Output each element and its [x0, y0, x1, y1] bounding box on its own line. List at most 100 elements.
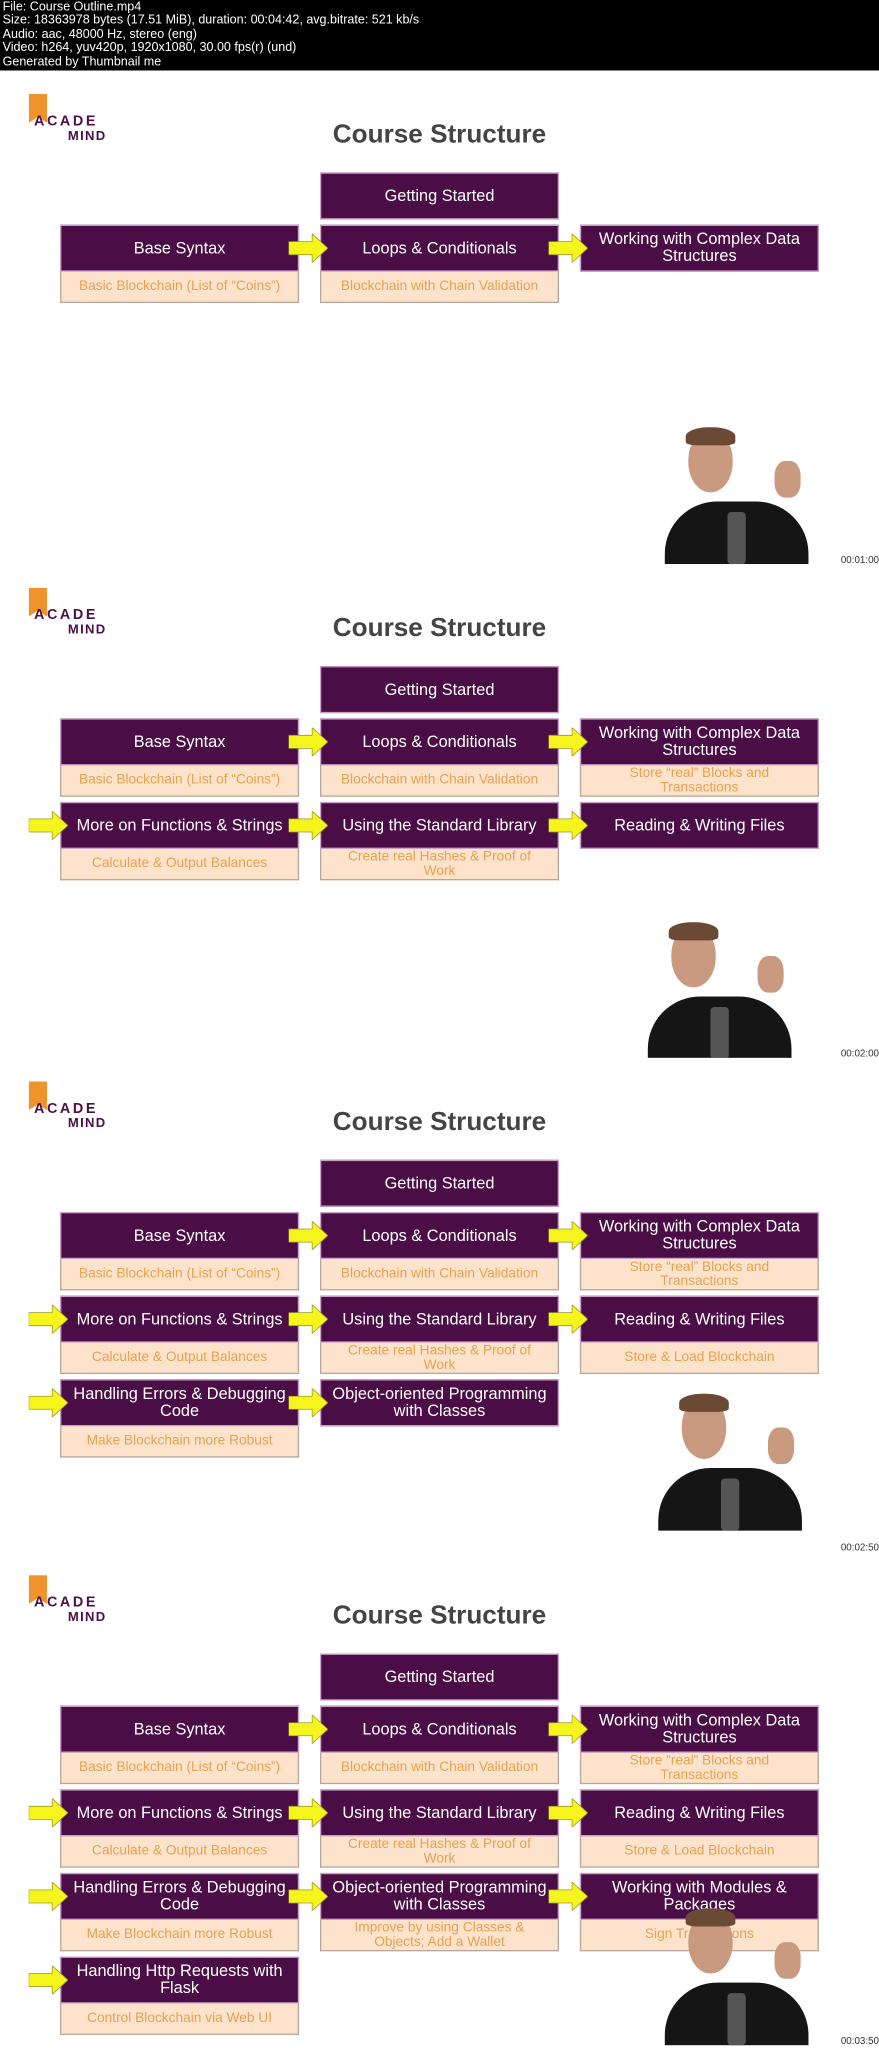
course-module: Working with Complex Data Structures Stor…: [579, 718, 819, 797]
module-title: Reading & Writing Files: [579, 1295, 819, 1343]
video-frame: ACADE MIND Course Structure Getting Started…: [0, 1057, 879, 1552]
video-info-header: File: Course Outline.mp4 Size: 18363978 …: [0, 0, 879, 71]
module-project: Create real Hashes & Proof of Work: [319, 1342, 560, 1375]
module-project: Store & Load Blockchain: [579, 1342, 819, 1375]
module-title: Working with Complex Data Structures: [579, 1705, 819, 1753]
arrow-right-icon: [288, 1387, 329, 1418]
module-project: Basic Blockchain (List of “Coins”): [60, 271, 300, 304]
presenter-hair: [685, 1908, 736, 1927]
course-module: Working with Complex Data Structures Stor…: [579, 1705, 819, 1785]
course-module: Handling Http Requests with Flask Control…: [60, 1956, 300, 2035]
course-module: Object-oriented Programming with Classes…: [319, 1872, 560, 1952]
arrow-right-icon: [28, 1797, 69, 1829]
course-module: More on Functions & Strings Calculate & O…: [60, 801, 300, 881]
module-project: Calculate & Output Balances: [60, 1342, 300, 1375]
video-frame: ACADE MIND Course Structure Getting Started…: [0, 1551, 879, 2046]
module-title: Base Syntax: [60, 718, 300, 766]
arrow-right-icon: [28, 810, 69, 841]
presenter-hand: [774, 461, 801, 498]
module-title: Loops & Conditionals: [319, 224, 560, 272]
presenter-hand: [767, 1427, 795, 1465]
arrow-right-icon: [288, 1797, 329, 1829]
arrow-right-icon: [28, 1881, 69, 1912]
slide-title: Course Structure: [332, 120, 547, 149]
module-project: Basic Blockchain (List of “Coins”): [60, 1259, 300, 1291]
presenter-mic: [727, 511, 746, 565]
arrow-right-icon: [288, 1220, 329, 1251]
arrow-right-icon: [288, 232, 329, 264]
timestamp: 00:03:50: [840, 2034, 879, 2046]
video-frame: ACADE MIND Course Structure Getting Started…: [0, 70, 879, 565]
module-project: Basic Blockchain (List of “Coins”): [60, 765, 300, 797]
slide-title: Course Structure: [332, 1107, 547, 1137]
presenter-hair: [679, 1393, 729, 1412]
module-title: Getting Started: [319, 172, 560, 220]
presenter-mic: [727, 1993, 746, 2046]
module-title: More on Functions & Strings: [60, 801, 300, 849]
module-project: Calculate & Output Balances: [60, 1836, 300, 1868]
module-title: Working with Complex Data Structures: [579, 1212, 819, 1260]
presenter-mic: [720, 1478, 740, 1531]
module-title: Base Syntax: [60, 224, 300, 272]
module-project: Store “real” Blocks and Transactions: [579, 1752, 819, 1785]
module-project: Create real Hashes & Proof of Work: [319, 1836, 560, 1868]
module-project: Store “real” Blocks and Transactions: [579, 765, 819, 797]
module-project: Blockchain with Chain Validation: [319, 271, 560, 304]
arrow-right-icon: [548, 1220, 589, 1251]
module-title: More on Functions & Strings: [60, 1295, 300, 1343]
presenter-hand: [774, 1942, 801, 1979]
presenter-hand: [757, 956, 784, 993]
arrow-right-icon: [288, 810, 329, 841]
course-module: Getting Started: [319, 172, 560, 220]
slide-title: Course Structure: [332, 1601, 547, 1631]
module-project: Blockchain with Chain Validation: [319, 1259, 560, 1291]
presenter-video: [649, 1908, 824, 2046]
course-module: Working with Complex Data Structures Stor…: [579, 1212, 819, 1291]
module-title: Using the Standard Library: [319, 1789, 560, 1837]
course-module: More on Functions & Strings Calculate & O…: [60, 1295, 300, 1375]
course-module: Using the Standard Library Create real Ha…: [319, 1789, 560, 1868]
video-frame: ACADE MIND Course Structure Getting Started…: [0, 564, 879, 1058]
module-project: Make Blockchain more Robust: [60, 1426, 300, 1458]
course-module: Handling Errors & Debugging Code Make Blo…: [60, 1872, 300, 1952]
module-title: Reading & Writing Files: [579, 1789, 819, 1837]
course-module: Reading & Writing Files Store & Load Bloc…: [579, 1789, 819, 1868]
timestamp: 00:02:00: [840, 1047, 879, 1058]
module-project: Make Blockchain more Robust: [60, 1919, 300, 1952]
arrow-right-icon: [548, 1797, 589, 1829]
arrow-right-icon: [288, 726, 329, 758]
module-title: Using the Standard Library: [319, 801, 560, 849]
arrow-right-icon: [548, 810, 589, 841]
presenter-hair: [685, 427, 736, 446]
module-title: Object-oriented Programming with Classes: [319, 1872, 560, 1920]
arrow-right-icon: [28, 1964, 69, 1996]
course-module: Getting Started: [319, 1159, 560, 1207]
course-module: Object-oriented Programming with Classes: [319, 1379, 560, 1427]
course-module: Handling Errors & Debugging Code Make Blo…: [60, 1379, 300, 1458]
course-module: Base Syntax Basic Blockchain (List of “Co…: [60, 1705, 300, 1785]
course-module: Getting Started: [319, 1653, 560, 1701]
course-module: Base Syntax Basic Blockchain (List of “Co…: [60, 718, 300, 797]
module-title: Loops & Conditionals: [319, 1212, 560, 1260]
module-title: Handling Errors & Debugging Code: [60, 1872, 300, 1920]
module-title: Base Syntax: [60, 1705, 300, 1753]
arrow-right-icon: [28, 1387, 69, 1418]
arrow-right-icon: [548, 232, 589, 264]
course-module: More on Functions & Strings Calculate & O…: [60, 1789, 300, 1868]
course-module: Reading & Writing Files: [579, 801, 819, 849]
arrow-right-icon: [548, 726, 589, 758]
module-title: Handling Errors & Debugging Code: [60, 1379, 300, 1427]
thumbnail-sheet: File: Course Outline.mp4 Size: 18363978 …: [0, 0, 879, 2048]
arrow-right-icon: [28, 1303, 69, 1335]
module-project: Basic Blockchain (List of “Coins”): [60, 1752, 300, 1785]
module-title: Getting Started: [319, 1159, 560, 1207]
presenter-video: [632, 922, 807, 1058]
module-project: Store & Load Blockchain: [579, 1836, 819, 1868]
module-title: Working with Complex Data Structures: [579, 224, 819, 272]
course-module: Working with Complex Data Structures: [579, 224, 819, 272]
arrow-right-icon: [548, 1881, 589, 1912]
module-title: Object-oriented Programming with Classes: [319, 1379, 560, 1427]
presenter-video: [649, 427, 824, 565]
course-module: Loops & Conditionals Blockchain with Chai…: [319, 1212, 560, 1291]
presenter-hair: [668, 922, 719, 941]
